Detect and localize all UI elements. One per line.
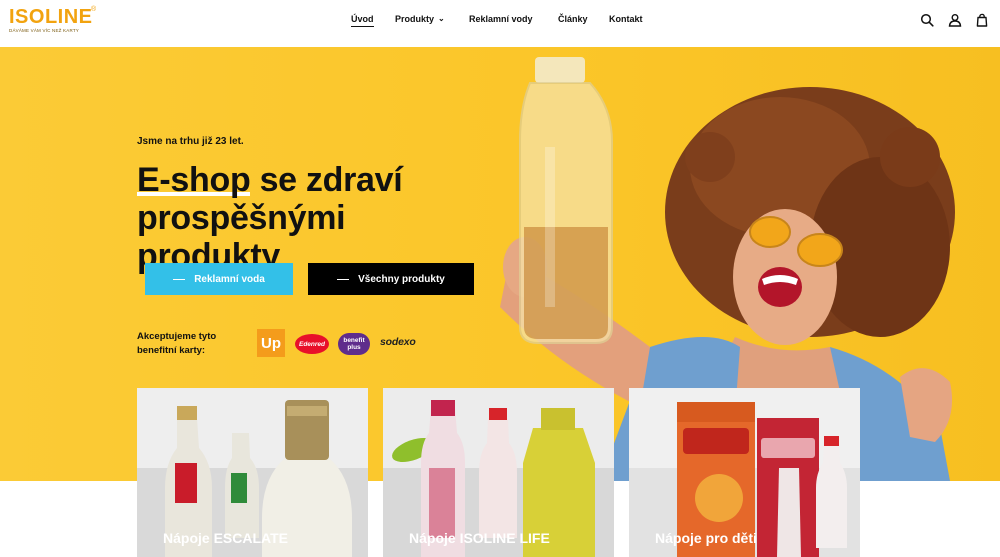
benefit-plus-logo: benefit plus [338,333,370,355]
nav-label: Kontakt [609,14,643,24]
nav-item-reklamni-vody[interactable]: Reklamní vody [469,14,533,24]
nav-item-produkty[interactable]: Produkty ⌄ [395,14,445,24]
sodexo-logo: sodexo [380,336,416,348]
button-label: Reklamní voda [194,273,265,285]
category-card-escalate[interactable]: Nápoje ESCALATE [137,388,368,557]
cart-icon[interactable] [975,13,989,27]
chevron-down-icon: ⌄ [438,14,445,23]
nav-label: Úvod [351,14,374,24]
registered-mark: ® [91,6,97,13]
category-card-isoline-life[interactable]: Nápoje ISOLINE LIFE [383,388,614,557]
nav-item-uvod[interactable]: Úvod [351,14,374,27]
category-title: Nápoje ESCALATE [163,530,288,546]
category-title: Nápoje ISOLINE LIFE [409,530,550,546]
nav-label: Články [558,14,588,24]
headline-highlight: E-shop [137,161,251,199]
logo[interactable]: ISOLINE ® DÁVÁME VÁM VÍC NEŽ KARTY [9,6,99,37]
nav-label: Produkty [395,14,435,24]
hero-headline: E-shop se zdraví prospěšnými produkty [137,161,467,275]
category-card-pro-deti[interactable]: Nápoje pro děti [629,388,860,557]
hero-kicker: Jsme na trhu již 23 let. [137,136,244,147]
dash-decoration [173,278,186,280]
nav-item-kontakt[interactable]: Kontakt [609,14,643,24]
button-label: Všechny produkty [358,273,445,285]
benefit-cards-label: Akceptujeme tyto benefitní karty: [137,331,217,356]
account-icon[interactable] [948,13,962,27]
logo-text: ISOLINE [9,6,93,28]
dash-decoration [337,278,350,280]
vsechny-produkty-button[interactable]: Všechny produkty [308,263,474,295]
nav-item-clanky[interactable]: Články [558,14,588,24]
nav-label: Reklamní vody [469,14,533,24]
up-card-logo: Up [257,329,285,357]
search-icon[interactable] [920,13,934,27]
reklamni-voda-button[interactable]: Reklamní voda [145,263,293,295]
site-header: ISOLINE ® DÁVÁME VÁM VÍC NEŽ KARTY Úvod … [0,0,1000,47]
logo-tagline: DÁVÁME VÁM VÍC NEŽ KARTY [9,28,79,33]
category-title: Nápoje pro děti [655,530,757,546]
edenred-logo: Edenred [295,334,329,354]
